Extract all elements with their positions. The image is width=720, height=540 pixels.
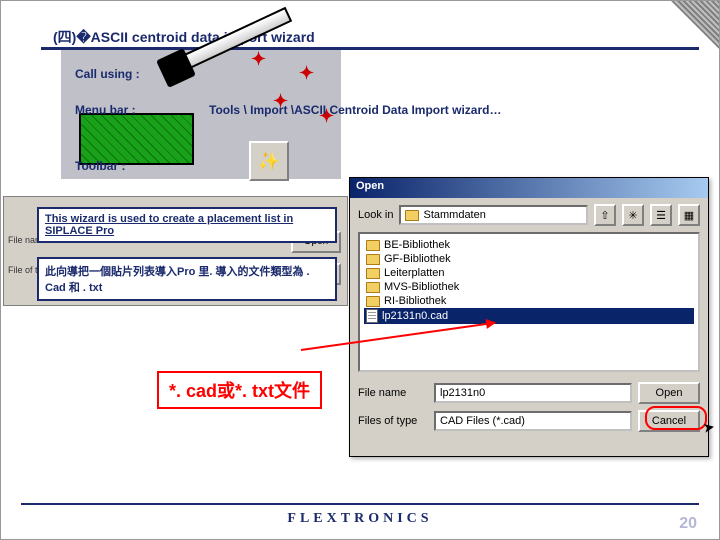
up-one-level-button[interactable]: ⇧	[594, 204, 616, 226]
corner-decoration	[671, 1, 719, 49]
list-item-label: MVS-Bibliothek	[384, 281, 459, 293]
details-view-button[interactable]: ▦	[678, 204, 700, 226]
list-item[interactable]: MVS-Bibliothek	[364, 280, 694, 294]
list-item[interactable]: GF-Bibliothek	[364, 252, 694, 266]
wand-sparkle-icon: ✨	[258, 151, 280, 172]
list-item[interactable]: BE-Bibliothek	[364, 238, 694, 252]
file-type-combo[interactable]: CAD Files (*.cad)	[434, 411, 632, 431]
folder-icon	[405, 210, 419, 221]
look-in-value: Stammdaten	[423, 209, 485, 221]
file-name-value: lp2131n0	[440, 387, 485, 399]
cancel-button[interactable]: Cancel	[638, 410, 700, 432]
new-folder-button[interactable]: ✳	[622, 204, 644, 226]
look-in-label: Look in	[358, 209, 393, 221]
toolbar-label: Toolbar :	[75, 159, 125, 173]
cursor-icon: ➤	[702, 418, 717, 437]
file-name-input[interactable]: lp2131n0	[434, 383, 632, 403]
list-item-label: Leiterplatten	[384, 267, 445, 279]
file-type-value: CAD Files (*.cad)	[440, 415, 525, 427]
look-in-combo[interactable]: Stammdaten	[399, 205, 588, 225]
list-item-label: BE-Bibliothek	[384, 239, 450, 251]
call-using-label: Call using :	[75, 67, 140, 81]
wizard-graphic-panel	[79, 113, 194, 165]
list-item[interactable]: Leiterplatten	[364, 266, 694, 280]
file-type-label: Files of type	[358, 415, 428, 427]
sparkle-icon: ✦	[251, 49, 266, 70]
menu-bar-label: Menu bar :	[75, 103, 136, 117]
list-item-label: lp2131n0.cad	[382, 310, 448, 322]
folder-icon	[366, 268, 380, 279]
list-item-label: GF-Bibliothek	[384, 253, 451, 265]
menu-path-text: Tools \ Import \ASCII Centroid Data Impo…	[209, 103, 501, 117]
open-dialog-title: Open	[350, 178, 708, 198]
slide-title: (四)�ASCII centroid data import wizard	[53, 27, 315, 47]
file-list[interactable]: BE-Bibliothek GF-Bibliothek Leiterplatte…	[358, 232, 700, 372]
file-type-callout: *. cad或*. txt文件	[157, 371, 322, 409]
folder-icon	[366, 254, 380, 265]
page-number: 20	[679, 515, 697, 533]
folder-icon	[366, 282, 380, 293]
folder-icon	[366, 296, 380, 307]
slide: (四)�ASCII centroid data import wizard ✦ …	[0, 0, 720, 540]
footer-rule	[21, 503, 699, 505]
note-chinese: 此向導把一個貼片列表導入Pro 里. 導入的文件類型為 . Cad 和 . tx…	[37, 257, 337, 301]
note-english: This wizard is used to create a placemen…	[37, 207, 337, 243]
list-item[interactable]: RI-Bibliothek	[364, 294, 694, 308]
list-item-label: RI-Bibliothek	[384, 295, 446, 307]
file-name-label: File name	[358, 387, 428, 399]
list-view-button[interactable]: ☰	[650, 204, 672, 226]
sparkle-icon: ✦	[299, 63, 314, 84]
wizard-toolbar-button[interactable]: ✨	[249, 141, 289, 181]
open-dialog: Open Look in Stammdaten ⇧ ✳ ☰ ▦ BE-Bibli…	[349, 177, 709, 457]
folder-icon	[366, 240, 380, 251]
open-button[interactable]: Open	[638, 382, 700, 404]
file-icon	[366, 309, 378, 323]
list-item-selected[interactable]: lp2131n0.cad	[364, 308, 694, 324]
footer-brand: FLEXTRONICS	[1, 511, 719, 527]
header-rule	[41, 47, 699, 50]
